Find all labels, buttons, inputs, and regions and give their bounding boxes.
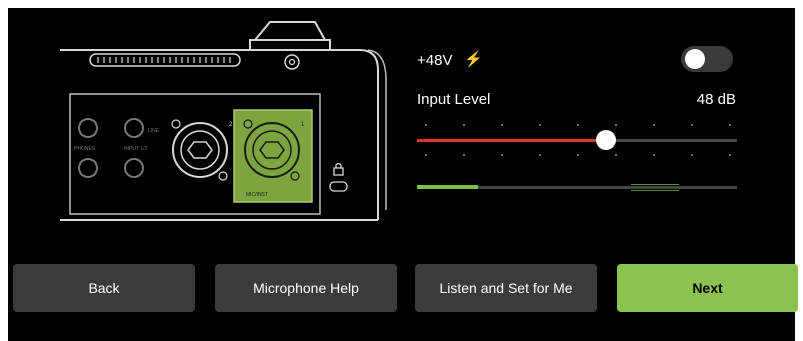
audio-interface-illustration: PHONES INPUT 1/2 LINE 2 1 MIC/INST: [60, 21, 387, 221]
input-level-slider[interactable]: [417, 118, 737, 166]
slider-tick: [615, 124, 617, 126]
slider-tick: [653, 154, 655, 156]
line-label: LINE: [148, 128, 160, 134]
next-button[interactable]: Next: [617, 264, 798, 312]
slider-tick: [463, 124, 465, 126]
slider-tick: [463, 154, 465, 156]
mic-inst-label: MIC/INST: [246, 192, 268, 198]
phantom-power-label: +48V: [417, 52, 453, 69]
phantom-power-toggle[interactable]: [681, 46, 733, 72]
slider-tick: [577, 154, 579, 156]
phones-label: PHONES: [74, 146, 96, 152]
slider-tick: [539, 124, 541, 126]
slider-tick: [691, 154, 693, 156]
input-level-label: Input Level: [417, 91, 491, 108]
screw-icon: [284, 54, 300, 70]
meter-target-range: [631, 184, 679, 191]
lock-icon: [329, 162, 348, 192]
slider-thumb[interactable]: [595, 130, 616, 150]
back-button[interactable]: Back: [13, 264, 195, 312]
slider-tick: [729, 154, 731, 156]
lightning-bolt-icon: ⚡: [464, 51, 483, 68]
slider-tick: [729, 124, 731, 126]
xlr-input-2: [171, 119, 228, 181]
slider-tick: [425, 124, 427, 126]
phantom-power-row: +48V ⚡: [417, 40, 737, 80]
input-level-meter: [417, 184, 737, 191]
slider-ticks-top: [417, 124, 737, 128]
input-label: INPUT 1/2: [124, 146, 147, 152]
listen-and-set-button[interactable]: Listen and Set for Me: [415, 264, 597, 312]
slider-tick: [501, 154, 503, 156]
slider-ticks-bottom: [417, 154, 737, 158]
input-2-number: 2: [229, 122, 233, 128]
slider-fill: [417, 139, 606, 142]
slider-tick: [653, 124, 655, 126]
slider-tick: [691, 124, 693, 126]
slider-tick: [615, 154, 617, 156]
slider-tick: [501, 124, 503, 126]
slider-tick: [539, 154, 541, 156]
slider-tick: [425, 154, 427, 156]
slider-tick: [577, 124, 579, 126]
toggle-knob: [685, 49, 705, 69]
input-level-value: 48 dB: [696, 91, 736, 108]
meter-fill: [417, 185, 478, 189]
microphone-help-button[interactable]: Microphone Help: [215, 264, 397, 312]
